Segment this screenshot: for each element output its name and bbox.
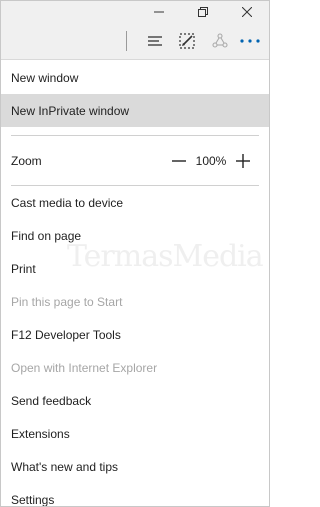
menu-spacer [1, 127, 269, 135]
browser-toolbar [1, 23, 269, 59]
menu-item-label: Settings [11, 492, 55, 507]
menu-item-label: Print [11, 261, 36, 276]
zoom-control: 100% [167, 149, 255, 173]
menu-item-label: What's new and tips [11, 459, 119, 474]
menu-item-open-with-ie: Open with Internet Explorer [1, 351, 269, 384]
menu-item-label: Pin this page to Start [11, 294, 123, 309]
menu-item-cast-media[interactable]: Cast media to device [1, 186, 269, 219]
menu-item-label: Send feedback [11, 393, 92, 408]
zoom-value: 100% [195, 153, 227, 168]
title-bar [1, 1, 269, 23]
toolbar-divider [126, 31, 127, 51]
web-note-button[interactable] [172, 27, 202, 55]
menu-item-print[interactable]: Print [1, 252, 269, 285]
menu-item-send-feedback[interactable]: Send feedback [1, 384, 269, 417]
menu-item-new-window[interactable]: New window [1, 61, 269, 94]
menu-item-find-on-page[interactable]: Find on page [1, 219, 269, 252]
minimize-button[interactable] [137, 1, 181, 23]
menu-item-pin-to-start: Pin this page to Start [1, 285, 269, 318]
zoom-row: Zoom 100% [1, 136, 269, 185]
menu-item-whats-new[interactable]: What's new and tips [1, 450, 269, 483]
menu-item-settings[interactable]: Settings [1, 483, 269, 507]
minus-icon [172, 159, 186, 162]
menu-item-label: Cast media to device [11, 195, 124, 210]
browser-window: New window New InPrivate window Zoom 100… [0, 0, 270, 507]
menu-item-label: Open with Internet Explorer [11, 360, 158, 375]
hub-icon [148, 36, 162, 46]
zoom-label: Zoom [11, 153, 42, 168]
share-icon [212, 33, 228, 48]
minimize-icon [154, 11, 164, 13]
zoom-in-button[interactable] [231, 149, 255, 173]
menu-item-label: F12 Developer Tools [11, 327, 121, 342]
hub-button[interactable] [140, 27, 170, 55]
restore-button[interactable] [181, 1, 225, 23]
menu-item-developer-tools[interactable]: F12 Developer Tools [1, 318, 269, 351]
more-icon [240, 39, 260, 43]
menu-item-label: Extensions [11, 426, 70, 441]
restore-icon [198, 7, 208, 17]
close-icon [242, 7, 252, 17]
plus-icon [236, 153, 250, 168]
menu-item-label: New window [11, 70, 79, 85]
web-note-icon [179, 33, 195, 49]
zoom-out-button[interactable] [167, 149, 191, 173]
close-button[interactable] [225, 1, 269, 23]
more-actions-menu: New window New InPrivate window Zoom 100… [1, 59, 269, 506]
menu-item-extensions[interactable]: Extensions [1, 417, 269, 450]
more-button[interactable] [235, 27, 265, 55]
share-button[interactable] [205, 27, 235, 55]
menu-item-label: Find on page [11, 228, 82, 243]
menu-item-label: New InPrivate window [11, 103, 130, 118]
menu-item-new-inprivate-window[interactable]: New InPrivate window [1, 94, 269, 127]
